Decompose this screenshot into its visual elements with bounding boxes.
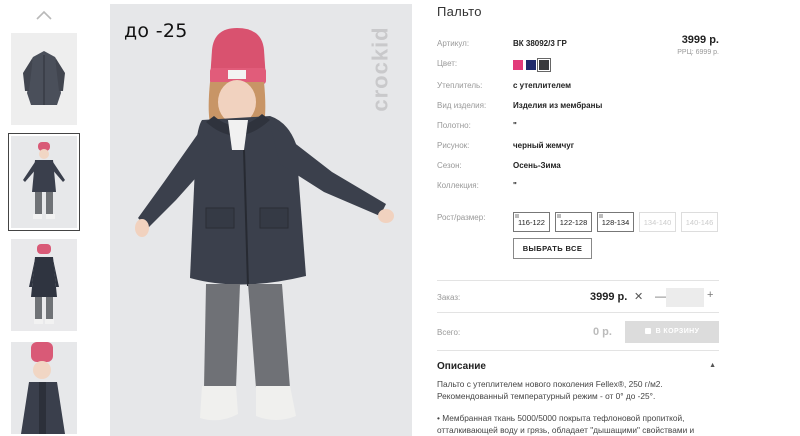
size-option-134-140: 134-140 xyxy=(639,212,676,232)
color-swatch-graphite[interactable] xyxy=(537,58,551,72)
season-value: Осень-Зима xyxy=(513,161,561,170)
color-label: Цвет: xyxy=(437,59,458,68)
insulation-label: Утеплитель: xyxy=(437,81,483,90)
product-title: Пальто xyxy=(437,4,482,19)
temperature-tag: до -25 xyxy=(124,20,188,42)
type-label: Вид изделия: xyxy=(437,101,487,110)
cart-bag-icon xyxy=(644,328,651,334)
description-line: Пальто с утеплителем нового поколения Fe… xyxy=(437,379,663,389)
add-to-cart-button[interactable]: В КОРЗИНУ xyxy=(625,321,719,343)
remove-close-icon[interactable]: ✕ xyxy=(634,290,643,303)
season-label: Сезон: xyxy=(437,161,462,170)
fabric-label: Полотно: xyxy=(437,121,471,130)
description-line: • Мембранная ткань 5000/5000 покрыта теф… xyxy=(437,413,685,423)
pattern-row: Рисунок: черный жемчуг xyxy=(437,139,719,153)
size-option-140-146: 140-146 xyxy=(681,212,718,232)
color-swatch-pink[interactable] xyxy=(513,60,523,70)
size-option-122-128[interactable]: 122-128 xyxy=(555,212,592,232)
collapse-caret-icon[interactable]: ▲ xyxy=(709,362,716,369)
insulation-value: с утеплителем xyxy=(513,81,572,90)
total-label: Всего: xyxy=(437,328,461,337)
season-row: Сезон: Осень-Зима xyxy=(437,159,719,173)
article-row: Артикул: ВК 38092/3 ГР xyxy=(437,37,719,51)
thumbnail-child-back[interactable] xyxy=(11,239,77,331)
fabric-row: Полотно: " xyxy=(437,119,719,133)
fabric-value: " xyxy=(513,121,517,130)
article-label: Артикул: xyxy=(437,39,470,48)
select-all-sizes-button[interactable]: ВЫБРАТЬ ВСЕ xyxy=(513,238,592,259)
description-line: Рекомендованный температурный режим - от… xyxy=(437,391,656,401)
article-value: ВК 38092/3 ГР xyxy=(513,39,567,48)
order-price: 3999 р. xyxy=(590,291,628,303)
type-row: Вид изделия: Изделия из мембраны xyxy=(437,99,719,113)
order-label: Заказ: xyxy=(437,293,461,302)
pattern-label: Рисунок: xyxy=(437,141,470,150)
color-swatches xyxy=(513,58,552,72)
divider xyxy=(437,280,719,281)
quantity-input[interactable] xyxy=(666,288,704,307)
thumbnails-up-arrow-icon[interactable] xyxy=(34,8,54,22)
insulation-row: Утеплитель: с утеплителем xyxy=(437,79,719,93)
size-option-128-134[interactable]: 128-134 xyxy=(597,212,634,232)
brand-watermark-logo: crockid xyxy=(367,26,393,112)
quantity-plus-button[interactable]: + xyxy=(707,289,713,301)
thumbnail-child-front[interactable] xyxy=(8,133,80,231)
size-label: Рост/размер: xyxy=(437,213,486,222)
size-option-116-122[interactable]: 116-122 xyxy=(513,212,550,232)
color-swatch-navy[interactable] xyxy=(526,60,536,70)
color-row: Цвет: xyxy=(437,57,719,72)
thumbnail-coat-flat[interactable] xyxy=(11,33,77,125)
total-value: 0 р. xyxy=(593,326,612,338)
pattern-value: черный жемчуг xyxy=(513,141,575,150)
main-product-photo[interactable]: до -25 crockid xyxy=(110,4,412,436)
description-line: отталкивающей воду и грязь, обладает "ды… xyxy=(437,425,695,435)
divider xyxy=(437,312,719,313)
description-title[interactable]: Описание xyxy=(437,361,486,372)
divider xyxy=(437,350,719,351)
collection-label: Коллекция: xyxy=(437,181,479,190)
collection-row: Коллекция: " xyxy=(437,179,719,193)
thumbnail-child-closeup[interactable] xyxy=(11,342,77,434)
collection-value: " xyxy=(513,181,517,190)
type-value: Изделия из мембраны xyxy=(513,101,603,110)
